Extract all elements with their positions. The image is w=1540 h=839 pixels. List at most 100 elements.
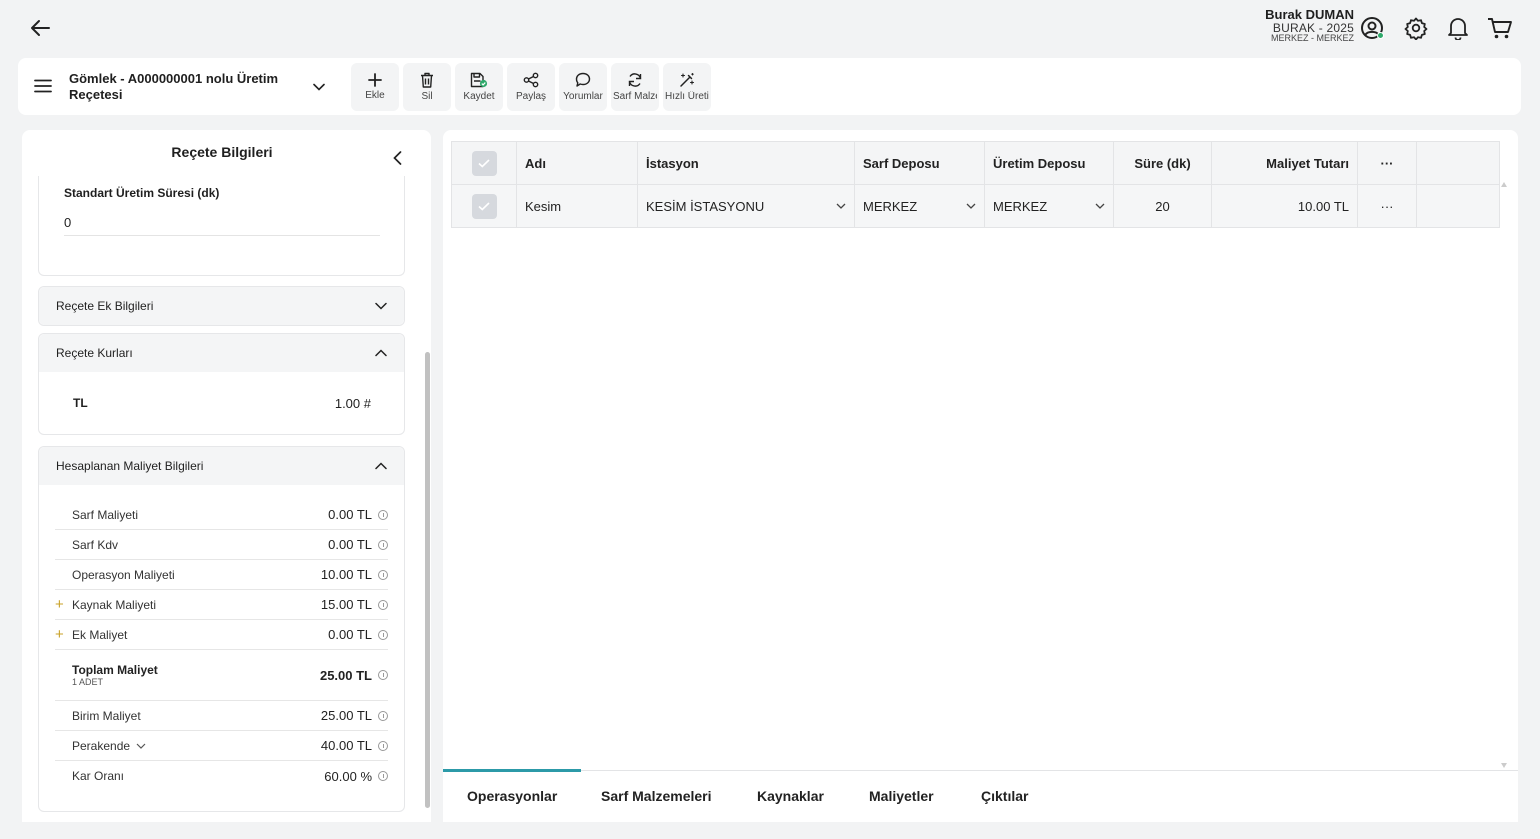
- panel-scrollbar[interactable]: [424, 130, 431, 822]
- total-cost-unit: 1 ADET: [72, 677, 104, 687]
- scrollbar-thumb[interactable]: [425, 352, 430, 808]
- consumption-depot-value: MERKEZ: [863, 198, 918, 214]
- document-title: Gömlek - A000000001 nolu Üretim Reçetesi: [69, 71, 279, 102]
- total-cost-value: 25.00 TL: [319, 667, 372, 683]
- comments-button[interactable]: Yorumlar: [559, 63, 607, 111]
- grid-scroll-up-arrow-icon[interactable]: [1501, 182, 1507, 187]
- currency-rate: 1.00 #: [334, 395, 371, 411]
- user-info[interactable]: Burak DUMAN BURAK - 2025 MERKEZ - MERKEZ: [1265, 8, 1354, 44]
- info-icon[interactable]: [378, 740, 388, 751]
- expand-plus-icon[interactable]: +: [55, 597, 67, 612]
- cell-name[interactable]: Kesim: [517, 185, 638, 227]
- select-all-cell: [451, 142, 517, 184]
- select-all-checkbox[interactable]: [471, 150, 497, 176]
- cost-value: 25.00 TL: [320, 708, 372, 723]
- row-more-icon[interactable]: ···: [1358, 185, 1417, 227]
- tab-resources[interactable]: Kaynaklar: [757, 771, 824, 821]
- shopping-cart-icon[interactable]: [1484, 12, 1516, 44]
- add-button[interactable]: Ekle: [351, 63, 399, 111]
- consumables-button[interactable]: Sarf Malzemeleri: [611, 63, 659, 111]
- trash-icon: [421, 72, 433, 88]
- notification-bell-icon[interactable]: [1442, 12, 1474, 44]
- info-icon[interactable]: [378, 599, 388, 610]
- retail-dropdown[interactable]: Perakende: [72, 739, 321, 753]
- user-branch: MERKEZ - MERKEZ: [1270, 33, 1354, 44]
- std-time-input[interactable]: [64, 210, 380, 236]
- total-cost-label: Toplam Maliyet: [72, 663, 158, 677]
- tab-outputs[interactable]: Çıktılar: [981, 771, 1028, 821]
- hamburger-menu-icon[interactable]: [30, 73, 56, 99]
- operations-panel: Adı İstasyon Sarf Deposu Üretim Deposu S…: [442, 130, 1518, 822]
- save-button[interactable]: Kaydet: [455, 63, 503, 111]
- info-icon[interactable]: [378, 710, 388, 721]
- share-button-label: Paylaş: [515, 91, 546, 102]
- column-header-station[interactable]: İstasyon: [638, 142, 855, 184]
- cost-value: 0.00 TL: [328, 507, 372, 522]
- cost-row-operation: Operasyon Maliyeti 10.00 TL: [55, 560, 388, 590]
- recipe-info-panel: Reçete Bilgileri Standart Üretim Süresi …: [22, 130, 431, 822]
- cost-list: Sarf Maliyeti 0.00 TL Sarf Kdv 0.00 TL O…: [39, 485, 404, 791]
- calculated-cost-header[interactable]: Hesaplanan Maliyet Bilgileri: [39, 447, 404, 485]
- cost-row-consumable: Sarf Maliyeti 0.00 TL: [55, 500, 388, 530]
- tab-costs[interactable]: Maliyetler: [869, 771, 934, 821]
- total-name-block: Toplam Maliyet 1 ADET: [72, 663, 320, 687]
- cell-station-select[interactable]: KESİM İSTASYONU: [638, 185, 855, 227]
- tab-operations[interactable]: Operasyonlar: [442, 769, 582, 821]
- cost-name: Operasyon Maliyeti: [72, 567, 175, 582]
- column-header-cost[interactable]: Maliyet Tutarı: [1212, 142, 1358, 184]
- chevron-up-icon: [375, 349, 387, 357]
- cost-row-total: Toplam Maliyet 1 ADET 25.00 TL: [55, 650, 388, 701]
- chevron-down-icon: [136, 743, 146, 749]
- section-title: Reçete Kurları: [56, 346, 133, 360]
- quick-production-button[interactable]: Hızlı Üretim: [663, 63, 711, 111]
- production-depot-value: MERKEZ: [993, 198, 1048, 214]
- cost-row-unit: Birim Maliyet 25.00 TL: [55, 701, 388, 731]
- cell-cost: 10.00 TL: [1212, 185, 1358, 227]
- check-icon: [478, 158, 490, 168]
- panel-title: Reçete Bilgileri: [171, 144, 273, 160]
- bottom-tab-bar: Operasyonlar Sarf Malzemeleri Kaynaklar …: [442, 769, 1518, 822]
- row-spacer: [1417, 185, 1500, 227]
- column-header-more-icon[interactable]: ···: [1358, 142, 1417, 184]
- collapse-panel-chevron-left-icon[interactable]: [387, 148, 407, 168]
- magic-wand-icon: [680, 72, 695, 87]
- expand-plus-icon[interactable]: +: [55, 627, 67, 642]
- column-header-duration[interactable]: Süre (dk): [1114, 142, 1212, 184]
- column-header-consumption-depot[interactable]: Sarf Deposu: [855, 142, 985, 184]
- recipe-extra-info-header[interactable]: Reçete Ek Bilgileri: [39, 287, 404, 325]
- cost-row-retail: Perakende 40.00 TL: [55, 731, 388, 761]
- row-checkbox[interactable]: [471, 193, 497, 219]
- quick-production-button-label: Hızlı Üretim: [665, 91, 709, 102]
- cost-name: Perakende: [72, 738, 131, 753]
- back-arrow-icon[interactable]: [24, 12, 56, 44]
- info-icon[interactable]: [378, 569, 388, 580]
- share-button[interactable]: Paylaş: [507, 63, 555, 111]
- info-icon[interactable]: [378, 509, 388, 520]
- recipe-rates-header[interactable]: Reçete Kurları: [39, 334, 404, 372]
- cost-row-consumable-vat: Sarf Kdv 0.00 TL: [55, 530, 388, 560]
- user-account-icon[interactable]: [1356, 12, 1388, 44]
- cost-value: 10.00 TL: [320, 567, 372, 582]
- column-header-production-depot[interactable]: Üretim Deposu: [985, 142, 1114, 184]
- add-button-label: Ekle: [365, 90, 385, 101]
- grid-scroll-down-arrow-icon[interactable]: [1501, 763, 1507, 768]
- cell-duration[interactable]: 20: [1114, 185, 1212, 227]
- info-icon[interactable]: [378, 771, 388, 781]
- tab-consumables[interactable]: Sarf Malzemeleri: [601, 771, 712, 821]
- info-icon[interactable]: [378, 670, 388, 680]
- cost-name: Kaynak Maliyeti: [72, 597, 157, 612]
- chevron-down-icon[interactable]: [309, 77, 329, 97]
- chevron-down-icon: [836, 203, 846, 209]
- cost-value: 0.00 TL: [328, 627, 372, 642]
- info-icon[interactable]: [378, 629, 388, 640]
- chevron-down-icon: [966, 203, 976, 209]
- column-header-name[interactable]: Adı: [517, 142, 638, 184]
- cell-production-depot-select[interactable]: MERKEZ: [985, 185, 1114, 227]
- table-row[interactable]: Kesim KESİM İSTASYONU MERKEZ MERKEZ 20 1…: [451, 185, 1500, 228]
- recipe-rates-section: Reçete Kurları TL 1.00 #: [38, 333, 405, 435]
- share-icon: [523, 72, 539, 88]
- settings-gear-icon[interactable]: [1400, 12, 1432, 44]
- cell-consumption-depot-select[interactable]: MERKEZ: [855, 185, 985, 227]
- delete-button[interactable]: Sil: [403, 63, 451, 111]
- info-icon[interactable]: [378, 539, 388, 550]
